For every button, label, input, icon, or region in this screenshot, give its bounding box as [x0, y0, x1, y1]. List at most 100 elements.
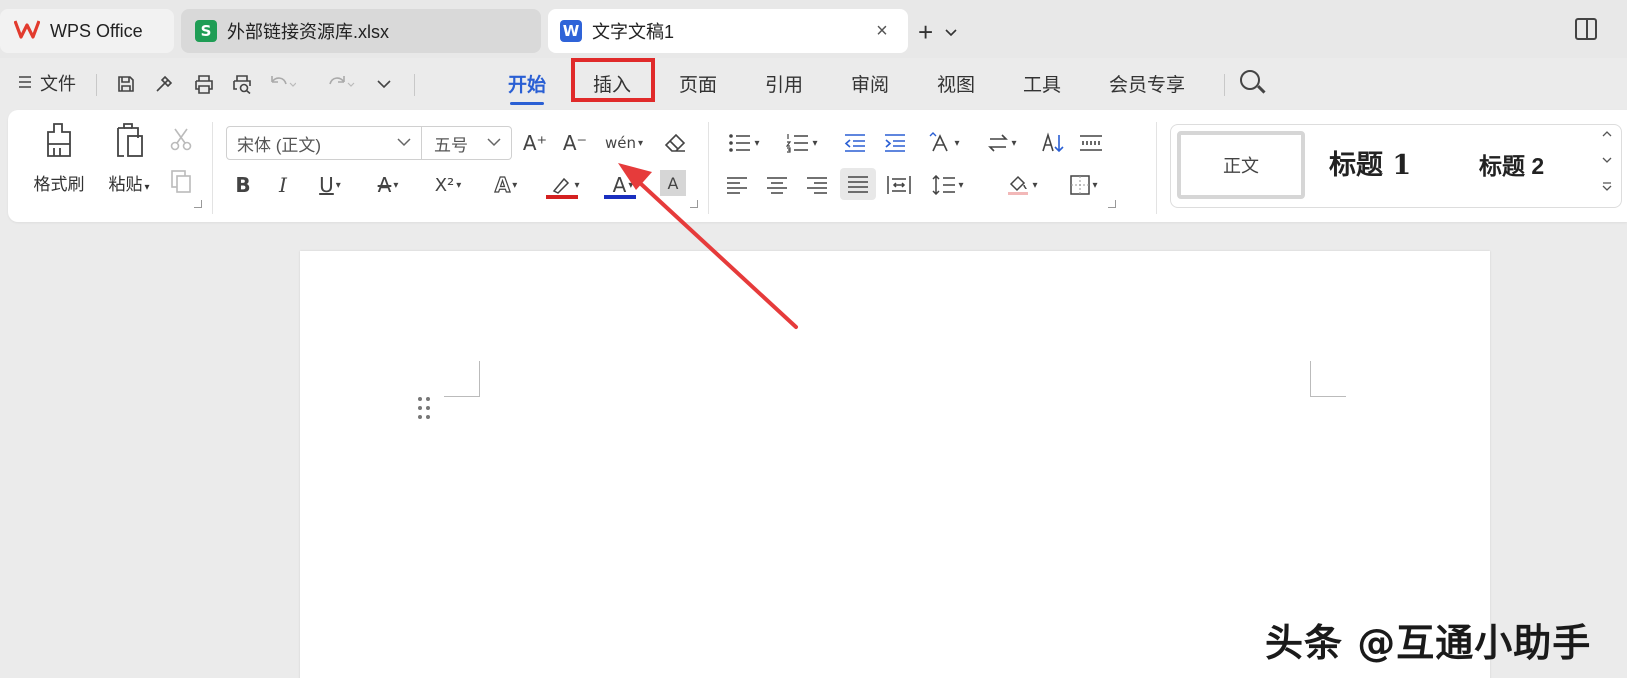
format-painter-button[interactable]: 格式刷: [24, 120, 94, 195]
menu-tab-review[interactable]: 审阅: [851, 70, 889, 97]
grow-font-icon[interactable]: A⁺: [520, 128, 550, 158]
paste-button[interactable]: 粘贴 ▾: [94, 120, 164, 195]
highlight-color-icon[interactable]: ▾: [542, 168, 588, 202]
annotation-highlight-box: [571, 58, 655, 102]
text-effect-icon[interactable]: A ▾: [484, 170, 528, 200]
margin-corner-mark: [444, 361, 480, 397]
undo-icon[interactable]: [268, 70, 296, 98]
format-painter-icon: [39, 120, 79, 160]
borders-icon[interactable]: ▾: [1062, 170, 1106, 200]
new-tab-menu-icon[interactable]: [945, 24, 957, 40]
clear-format-eraser-icon[interactable]: [660, 128, 690, 158]
decrease-indent-icon[interactable]: [840, 128, 870, 158]
cut-icon[interactable]: [166, 124, 196, 154]
format-painter-label: 格式刷: [33, 175, 85, 194]
file-menu-label: 文件: [40, 74, 76, 94]
font-size-select[interactable]: 五号: [422, 126, 512, 160]
text-direction-icon[interactable]: ▾: [922, 128, 966, 158]
divider: [708, 122, 709, 214]
shrink-font-icon[interactable]: A⁻: [560, 128, 590, 158]
bold-icon[interactable]: B: [228, 170, 258, 200]
styles-expand-icon[interactable]: [1599, 181, 1615, 196]
paragraph-dialog-launcher-icon[interactable]: [1108, 200, 1116, 208]
menu-tab-page[interactable]: 页面: [679, 70, 717, 97]
style-heading-1[interactable]: 标题 1: [1329, 143, 1411, 182]
styles-gallery: 正文 标题 1 标题 2: [1170, 124, 1622, 208]
style-normal[interactable]: 正文: [1177, 131, 1305, 199]
divider: [414, 74, 415, 96]
margin-corner-mark: [1310, 361, 1346, 397]
increase-indent-icon[interactable]: [880, 128, 910, 158]
font-name-select[interactable]: 宋体 (正文): [226, 126, 422, 160]
wps-logo-icon: [13, 19, 41, 44]
align-right-icon[interactable]: [802, 170, 832, 200]
underline-icon[interactable]: U ▾: [308, 170, 352, 200]
character-shading-icon[interactable]: A: [660, 170, 686, 196]
tab-label: 文字文稿1: [592, 22, 675, 42]
search-icon[interactable]: [1240, 70, 1260, 90]
sort-icon[interactable]: [1038, 128, 1068, 158]
phonetic-guide-icon[interactable]: wén ▾: [602, 128, 646, 158]
tab-wps-home[interactable]: WPS Office: [0, 9, 174, 53]
copy-icon[interactable]: [166, 166, 196, 196]
align-center-icon[interactable]: [762, 170, 792, 200]
chevron-down-icon: [487, 135, 501, 150]
style-heading-2[interactable]: 标题 2: [1479, 147, 1544, 181]
print-preview-icon[interactable]: [228, 70, 256, 98]
quick-access-more-icon[interactable]: [370, 70, 398, 98]
bullet-list-icon[interactable]: ▾: [722, 128, 766, 158]
document-icon: W: [560, 20, 582, 42]
styles-scroll-up-icon[interactable]: [1599, 129, 1615, 141]
font-color-swatch: [604, 195, 636, 199]
numbered-list-icon[interactable]: ▾: [780, 128, 824, 158]
sidebar-toggle-icon[interactable]: [1575, 18, 1597, 40]
superscript-icon[interactable]: X² ▾: [424, 170, 472, 200]
watermark-text: 头条 @互通小助手: [1265, 621, 1592, 665]
close-tab-icon[interactable]: ×: [870, 19, 894, 43]
font-size-value: 五号: [434, 135, 468, 155]
save-icon[interactable]: [112, 70, 140, 98]
clipboard-dialog-launcher-icon[interactable]: [194, 200, 202, 208]
new-tab-group: +: [918, 14, 957, 50]
divider: [212, 122, 213, 214]
tab-document-active[interactable]: W 文字文稿1 ×: [548, 9, 908, 53]
justify-icon[interactable]: [840, 168, 876, 200]
distributed-align-icon[interactable]: [884, 170, 914, 200]
tab-bar: WPS Office S 外部链接资源库.xlsx W 文字文稿1 × +: [0, 0, 1627, 58]
divider: [96, 74, 97, 96]
menu-tab-tools[interactable]: 工具: [1023, 70, 1061, 97]
show-marks-icon[interactable]: [1076, 128, 1106, 158]
tab-label: 外部链接资源库.xlsx: [227, 22, 389, 42]
line-spacing-icon[interactable]: ▾: [926, 170, 970, 200]
paragraph-drag-handle-icon[interactable]: [418, 397, 432, 421]
italic-icon[interactable]: I: [268, 170, 298, 200]
format-paint-icon[interactable]: [150, 70, 178, 98]
menu-tab-home[interactable]: 开始: [508, 70, 546, 105]
menu-tab-view[interactable]: 视图: [937, 70, 975, 97]
divider: [1156, 122, 1157, 214]
tab-xlsx-file[interactable]: S 外部链接资源库.xlsx: [181, 9, 541, 53]
strikethrough-icon[interactable]: A ▾: [366, 170, 410, 200]
styles-scroll-down-icon[interactable]: [1599, 155, 1615, 167]
menu-tab-member[interactable]: 会员专享: [1109, 70, 1185, 97]
sort-swap-icon[interactable]: ▾: [980, 128, 1024, 158]
file-menu-button[interactable]: 文件: [18, 70, 76, 96]
highlight-color-swatch: [546, 195, 578, 199]
hamburger-icon: [18, 73, 32, 94]
shading-fill-icon[interactable]: ▾: [1000, 170, 1044, 200]
font-color-icon[interactable]: A ▾: [600, 168, 646, 202]
menu-tab-references[interactable]: 引用: [765, 70, 803, 97]
spreadsheet-icon: S: [195, 20, 217, 42]
new-tab-button[interactable]: +: [918, 17, 933, 48]
ribbon-toolbar: 格式刷 粘贴▾ 宋体 (正文) 五号 A⁺ A⁻ wén▾ B I U▾: [8, 110, 1627, 222]
menu-bar: 文件 开始 插入 页面 引用 审阅 视图 工具 会员专享: [0, 58, 1627, 108]
print-icon[interactable]: [190, 70, 218, 98]
font-name-value: 宋体 (正文): [237, 135, 322, 155]
redo-icon[interactable]: [328, 70, 356, 98]
paste-label: 粘贴 ▾: [108, 175, 150, 194]
tab-label: WPS Office: [50, 20, 143, 41]
font-dialog-launcher-icon[interactable]: [690, 200, 698, 208]
divider: [1224, 74, 1225, 96]
align-left-icon[interactable]: [722, 170, 752, 200]
chevron-down-icon: [397, 135, 411, 150]
